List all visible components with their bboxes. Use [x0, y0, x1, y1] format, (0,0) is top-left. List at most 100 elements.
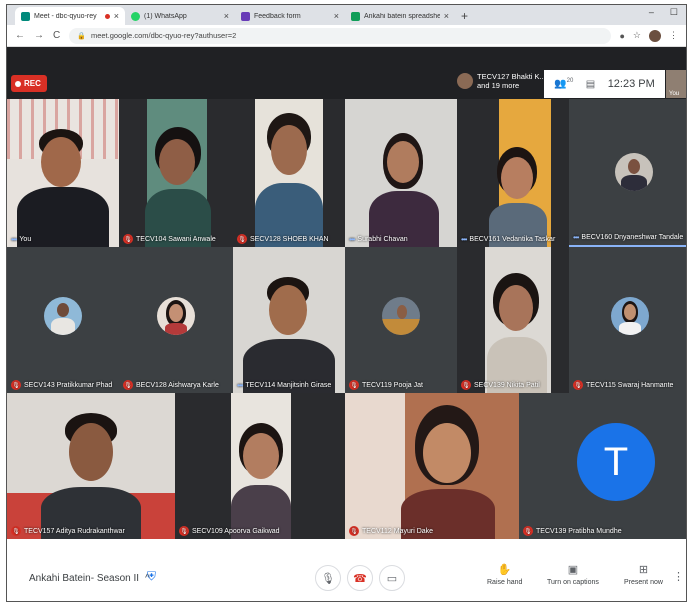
mic-off-icon: 🎙 [523, 526, 533, 536]
participant-label: ••• TECV114 Manjitsinh Girase [237, 381, 331, 390]
address-bar-icons: ● ☆ ⋮ [619, 29, 678, 42]
participant-name: SECV139 Nikita Patil [474, 381, 540, 389]
meet-favicon-icon [21, 11, 30, 21]
participant-avatar [157, 297, 195, 335]
participant-name: SECV109 Apoorva Gaikwad [192, 527, 280, 535]
mic-off-icon: 🎙 [461, 380, 471, 390]
mic-off-icon: 🎙 [573, 380, 583, 390]
browser-window: Meet - dbc-qyuo-rey × (1) WhatsApp × Fee… [6, 4, 687, 602]
raise-hand-label: Raise hand [487, 579, 523, 586]
participant-name: You [19, 236, 32, 243]
browser-menu-icon[interactable]: ⋮ [669, 30, 678, 41]
back-icon[interactable]: ← [15, 30, 25, 41]
participant-tile[interactable]: ••• BECV160 Dnyaneshwar Tandale [569, 99, 686, 247]
hang-up-icon: ☎ [353, 572, 367, 585]
camera-toggle-button[interactable]: ▭ [379, 565, 405, 591]
participant-label: 🎙 TECV112 Mayuri Dake [349, 526, 433, 536]
participant-tile[interactable]: 🎙 TECV104 Sawani Anwale [119, 99, 233, 247]
people-icon: 👥 [554, 78, 567, 90]
participant-name: SECV128 SHOEB KHAN [250, 235, 329, 243]
participants-button[interactable]: 👥20 [554, 78, 573, 89]
participant-avatar [44, 297, 82, 335]
tab-meet[interactable]: Meet - dbc-qyuo-rey × [15, 7, 125, 25]
address-bar-row: ← → C 🔒 meet.google.com/dbc-qyuo-rey?aut… [7, 25, 686, 47]
close-tab-icon[interactable]: × [224, 11, 229, 21]
participant-tile[interactable]: 🎙 SECV143 Pratikkumar Phad [7, 247, 119, 393]
mic-off-icon: 🎙 [123, 234, 133, 244]
participant-tile[interactable]: ••• Surabhi Chavan [345, 99, 457, 247]
participant-label: ••• Surabhi Chavan [349, 235, 408, 244]
recording-indicator-icon [104, 13, 110, 19]
hand-icon: ✋ [497, 564, 512, 576]
more-options-icon[interactable]: ⋮ [673, 570, 684, 583]
participant-tile[interactable]: 🎙 SECV128 SHOEB KHAN [233, 99, 345, 247]
tab-spreadsheet[interactable]: Ankahi batein spreadsheet - Goo × [345, 7, 455, 25]
participant-label: 🎙 SECV139 Nikita Patil [461, 380, 540, 390]
close-tab-icon[interactable]: × [114, 11, 119, 21]
participant-tile[interactable]: 🎙 TECV115 Swaraj Hanmante [569, 247, 686, 393]
participant-label: 🎙 TECV139 Pratibha Mundhe [523, 526, 622, 536]
lock-icon: 🔒 [77, 32, 86, 40]
participant-label: 🎙 SECV109 Apoorva Gaikwad [179, 526, 280, 536]
reload-icon[interactable]: C [53, 30, 60, 41]
leave-call-button[interactable]: ☎ [347, 565, 373, 591]
tab-title: (1) WhatsApp [144, 12, 187, 20]
new-tab-button[interactable]: + [461, 7, 468, 25]
meet-controls-bar: Ankahi Batein- Season II ^ ⛨ 🎙 ☎ ▭ ✋ Rai… [7, 539, 686, 601]
participant-label: 🎙 BECV128 Aishwarya Karle [123, 380, 219, 390]
maximize-icon[interactable]: ☐ [670, 7, 678, 18]
participant-tile[interactable]: ••• You [7, 99, 119, 247]
mic-toggle-button[interactable]: 🎙 [315, 565, 341, 591]
mic-off-icon: 🎙 [179, 526, 189, 536]
bookmark-star-icon[interactable]: ☆ [633, 30, 641, 41]
participant-tile[interactable]: ••• TECV114 Manjitsinh Girase [233, 247, 345, 393]
meeting-clock: 12:23 PM [607, 78, 655, 90]
participant-label: 🎙 TECV104 Sawani Anwale [123, 234, 216, 244]
present-now-button[interactable]: ⊞ Present now [624, 563, 663, 586]
captions-button[interactable]: ▣ Turn on captions [547, 563, 599, 586]
participant-tile[interactable]: 🎙 TECV112 Mayuri Dake [345, 393, 519, 539]
participant-tile[interactable]: 🎙 SECV139 Nikita Patil [457, 247, 569, 393]
participant-label: ••• You [11, 235, 31, 244]
chat-button[interactable]: ▤ [586, 79, 595, 90]
camera-indicator-icon[interactable]: ● [619, 31, 624, 41]
close-tab-icon[interactable]: × [334, 11, 339, 21]
raise-hand-button[interactable]: ✋ Raise hand [487, 563, 522, 586]
url-text: meet.google.com/dbc-qyuo-rey?authuser=2 [90, 31, 237, 40]
participant-tile[interactable]: T 🎙 TECV139 Pratibha Mundhe [519, 393, 686, 539]
self-view-thumbnail[interactable]: You [666, 70, 686, 98]
mic-off-icon: 🎙 [349, 526, 359, 536]
mic-off-icon: 🎙 [123, 380, 133, 390]
participant-tile[interactable]: 🎙 BECV128 Aishwarya Karle [119, 247, 233, 393]
close-tab-icon[interactable]: × [444, 11, 449, 21]
camera-icon: ▭ [386, 572, 398, 585]
recording-badge: REC [11, 75, 47, 92]
meeting-details-button[interactable]: Ankahi Batein- Season II ^ [29, 573, 150, 584]
forward-icon[interactable]: → [34, 30, 44, 41]
presenter-more: and 19 more [477, 81, 520, 90]
speaking-indicator-icon: ••• [11, 235, 17, 244]
presenter-avatar [457, 73, 473, 89]
tab-whatsapp[interactable]: (1) WhatsApp × [125, 7, 235, 25]
participant-tile[interactable]: 🎙 TECV157 Aditya Rudrakanthwar [7, 393, 175, 539]
minimize-icon[interactable]: – [649, 7, 654, 18]
mic-off-icon: 🎙 [349, 380, 359, 390]
participant-avatar [382, 297, 420, 335]
mic-icon: 🎙 [321, 572, 335, 585]
participant-name: TECV119 Pooja Jat [362, 381, 423, 389]
profile-avatar[interactable] [649, 29, 661, 42]
participant-label: ••• BECV161 Vedantika Taskar [461, 235, 555, 244]
presenter-indicator[interactable]: TECV127 Bhakti K... and 19 more [457, 72, 546, 90]
participant-name: TECV112 Mayuri Dake [362, 527, 434, 535]
participant-avatar [611, 297, 649, 335]
tab-strip: Meet - dbc-qyuo-rey × (1) WhatsApp × Fee… [7, 5, 686, 25]
participant-label: 🎙 SECV143 Pratikkumar Phad [11, 380, 112, 390]
mic-off-icon: 🎙 [11, 380, 21, 390]
shield-icon[interactable]: ⛨ [147, 569, 161, 585]
participant-tile[interactable]: 🎙 SECV109 Apoorva Gaikwad [175, 393, 345, 539]
url-field[interactable]: 🔒 meet.google.com/dbc-qyuo-rey?authuser=… [69, 27, 612, 44]
window-controls: – ☐ [649, 7, 678, 18]
tab-feedback-form[interactable]: Feedback form × [235, 7, 345, 25]
participant-tile[interactable]: ••• BECV161 Vedantika Taskar [457, 99, 569, 247]
participant-tile[interactable]: 🎙 TECV119 Pooja Jat [345, 247, 457, 393]
